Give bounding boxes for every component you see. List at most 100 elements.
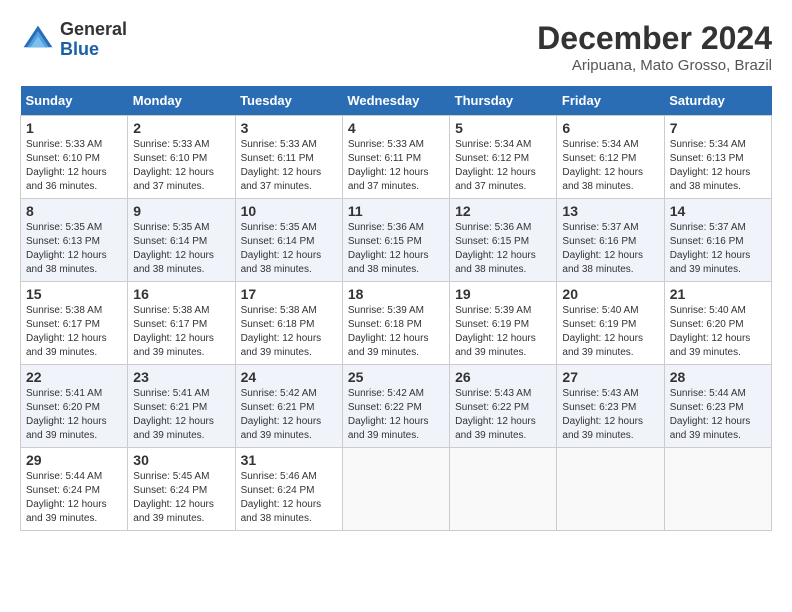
day-info: Sunrise: 5:38 AM Sunset: 6:17 PM Dayligh…: [133, 304, 229, 360]
day-info: Sunrise: 5:41 AM Sunset: 6:21 PM Dayligh…: [133, 387, 229, 443]
calendar-cell: 29 Sunrise: 5:44 AM Sunset: 6:24 PM Dayli…: [21, 448, 128, 531]
day-number: 16: [133, 286, 229, 302]
header: General Blue December 2024 Aripuana, Mat…: [20, 20, 772, 74]
week-row-3: 15 Sunrise: 5:38 AM Sunset: 6:17 PM Dayli…: [21, 282, 772, 365]
day-number: 2: [133, 120, 229, 136]
day-info: Sunrise: 5:42 AM Sunset: 6:21 PM Dayligh…: [241, 387, 337, 443]
day-info: Sunrise: 5:38 AM Sunset: 6:17 PM Dayligh…: [26, 304, 122, 360]
day-info: Sunrise: 5:40 AM Sunset: 6:19 PM Dayligh…: [562, 304, 658, 360]
calendar-cell: 18Sunrise: 5:39 AM Sunset: 6:18 PM Dayli…: [342, 282, 449, 365]
calendar-cell: 4 Sunrise: 5:33 AM Sunset: 6:11 PM Daylig…: [342, 116, 449, 199]
logo-blue-text: Blue: [60, 39, 99, 59]
day-number: 22: [26, 369, 122, 385]
day-number: 10: [241, 203, 337, 219]
calendar-cell: 9Sunrise: 5:35 AM Sunset: 6:14 PM Daylig…: [128, 199, 235, 282]
day-number: 24: [241, 369, 337, 385]
day-info: Sunrise: 5:45 AM Sunset: 6:24 PM Dayligh…: [133, 470, 229, 526]
day-info: Sunrise: 5:33 AM Sunset: 6:10 PM Dayligh…: [133, 138, 229, 194]
day-info: Sunrise: 5:39 AM Sunset: 6:18 PM Dayligh…: [348, 304, 444, 360]
day-info: Sunrise: 5:35 AM Sunset: 6:14 PM Dayligh…: [241, 221, 337, 277]
calendar-cell: 27Sunrise: 5:43 AM Sunset: 6:23 PM Dayli…: [557, 365, 664, 448]
day-info: Sunrise: 5:38 AM Sunset: 6:18 PM Dayligh…: [241, 304, 337, 360]
month-title: December 2024: [537, 20, 772, 57]
day-info: Sunrise: 5:42 AM Sunset: 6:22 PM Dayligh…: [348, 387, 444, 443]
location: Aripuana, Mato Grosso, Brazil: [537, 57, 772, 74]
day-info: Sunrise: 5:41 AM Sunset: 6:20 PM Dayligh…: [26, 387, 122, 443]
day-number: 17: [241, 286, 337, 302]
day-number: 14: [670, 203, 766, 219]
day-number: 1: [26, 120, 122, 136]
day-header-tuesday: Tuesday: [235, 86, 342, 116]
day-number: 29: [26, 452, 122, 468]
day-number: 20: [562, 286, 658, 302]
day-info: Sunrise: 5:44 AM Sunset: 6:24 PM Dayligh…: [26, 470, 122, 526]
calendar-cell: 2 Sunrise: 5:33 AM Sunset: 6:10 PM Daylig…: [128, 116, 235, 199]
day-number: 5: [455, 120, 551, 136]
logo-icon: [20, 22, 56, 58]
day-number: 31: [241, 452, 337, 468]
day-number: 4: [348, 120, 444, 136]
day-header-wednesday: Wednesday: [342, 86, 449, 116]
calendar-cell: 3 Sunrise: 5:33 AM Sunset: 6:11 PM Daylig…: [235, 116, 342, 199]
logo-general-text: General: [60, 19, 127, 39]
day-number: 8: [26, 203, 122, 219]
day-info: Sunrise: 5:36 AM Sunset: 6:15 PM Dayligh…: [455, 221, 551, 277]
calendar-cell: 28Sunrise: 5:44 AM Sunset: 6:23 PM Dayli…: [664, 365, 771, 448]
calendar-cell: 1 Sunrise: 5:33 AM Sunset: 6:10 PM Daylig…: [21, 116, 128, 199]
day-info: Sunrise: 5:46 AM Sunset: 6:24 PM Dayligh…: [241, 470, 337, 526]
day-number: 6: [562, 120, 658, 136]
calendar-cell: 12 Sunrise: 5:36 AM Sunset: 6:15 PM Dayli…: [450, 199, 557, 282]
day-number: 27: [562, 369, 658, 385]
week-row-1: 1 Sunrise: 5:33 AM Sunset: 6:10 PM Daylig…: [21, 116, 772, 199]
day-info: Sunrise: 5:34 AM Sunset: 6:13 PM Dayligh…: [670, 138, 766, 194]
calendar-cell: 17 Sunrise: 5:38 AM Sunset: 6:18 PM Dayli…: [235, 282, 342, 365]
logo-text: General Blue: [60, 20, 127, 60]
calendar-cell: 11 Sunrise: 5:36 AM Sunset: 6:15 PM Dayli…: [342, 199, 449, 282]
day-number: 9: [133, 203, 229, 219]
calendar-cell: [450, 448, 557, 531]
day-number: 30: [133, 452, 229, 468]
day-number: 26: [455, 369, 551, 385]
day-number: 21: [670, 286, 766, 302]
day-info: Sunrise: 5:35 AM Sunset: 6:13 PM Dayligh…: [26, 221, 122, 277]
day-info: Sunrise: 5:33 AM Sunset: 6:10 PM Dayligh…: [26, 138, 122, 194]
calendar-cell: 15 Sunrise: 5:38 AM Sunset: 6:17 PM Dayli…: [21, 282, 128, 365]
calendar-cell: 25 Sunrise: 5:42 AM Sunset: 6:22 PM Dayli…: [342, 365, 449, 448]
calendar-cell: 7 Sunrise: 5:34 AM Sunset: 6:13 PM Daylig…: [664, 116, 771, 199]
day-number: 3: [241, 120, 337, 136]
calendar-cell: 26Sunrise: 5:43 AM Sunset: 6:22 PM Dayli…: [450, 365, 557, 448]
day-header-saturday: Saturday: [664, 86, 771, 116]
calendar-cell: 31 Sunrise: 5:46 AM Sunset: 6:24 PM Dayli…: [235, 448, 342, 531]
week-row-4: 22 Sunrise: 5:41 AM Sunset: 6:20 PM Dayli…: [21, 365, 772, 448]
calendar-cell: 22 Sunrise: 5:41 AM Sunset: 6:20 PM Dayli…: [21, 365, 128, 448]
week-row-5: 29 Sunrise: 5:44 AM Sunset: 6:24 PM Dayli…: [21, 448, 772, 531]
day-number: 7: [670, 120, 766, 136]
title-area: December 2024 Aripuana, Mato Grosso, Bra…: [537, 20, 772, 74]
day-info: Sunrise: 5:33 AM Sunset: 6:11 PM Dayligh…: [348, 138, 444, 194]
calendar-cell: 16 Sunrise: 5:38 AM Sunset: 6:17 PM Dayli…: [128, 282, 235, 365]
calendar-cell: 19 Sunrise: 5:39 AM Sunset: 6:19 PM Dayli…: [450, 282, 557, 365]
calendar-table: SundayMondayTuesdayWednesdayThursdayFrid…: [20, 86, 772, 531]
calendar-cell: 21Sunrise: 5:40 AM Sunset: 6:20 PM Dayli…: [664, 282, 771, 365]
calendar-cell: 24 Sunrise: 5:42 AM Sunset: 6:21 PM Dayli…: [235, 365, 342, 448]
day-number: 23: [133, 369, 229, 385]
day-header-thursday: Thursday: [450, 86, 557, 116]
calendar-cell: [557, 448, 664, 531]
day-info: Sunrise: 5:39 AM Sunset: 6:19 PM Dayligh…: [455, 304, 551, 360]
day-number: 15: [26, 286, 122, 302]
day-header-friday: Friday: [557, 86, 664, 116]
day-number: 11: [348, 203, 444, 219]
days-header-row: SundayMondayTuesdayWednesdayThursdayFrid…: [21, 86, 772, 116]
day-number: 13: [562, 203, 658, 219]
calendar-cell: 23 Sunrise: 5:41 AM Sunset: 6:21 PM Dayli…: [128, 365, 235, 448]
day-header-monday: Monday: [128, 86, 235, 116]
day-number: 12: [455, 203, 551, 219]
day-info: Sunrise: 5:36 AM Sunset: 6:15 PM Dayligh…: [348, 221, 444, 277]
day-info: Sunrise: 5:37 AM Sunset: 6:16 PM Dayligh…: [562, 221, 658, 277]
day-number: 28: [670, 369, 766, 385]
week-row-2: 8 Sunrise: 5:35 AM Sunset: 6:13 PM Daylig…: [21, 199, 772, 282]
calendar-cell: 30 Sunrise: 5:45 AM Sunset: 6:24 PM Dayli…: [128, 448, 235, 531]
day-info: Sunrise: 5:33 AM Sunset: 6:11 PM Dayligh…: [241, 138, 337, 194]
day-number: 19: [455, 286, 551, 302]
day-number: 25: [348, 369, 444, 385]
